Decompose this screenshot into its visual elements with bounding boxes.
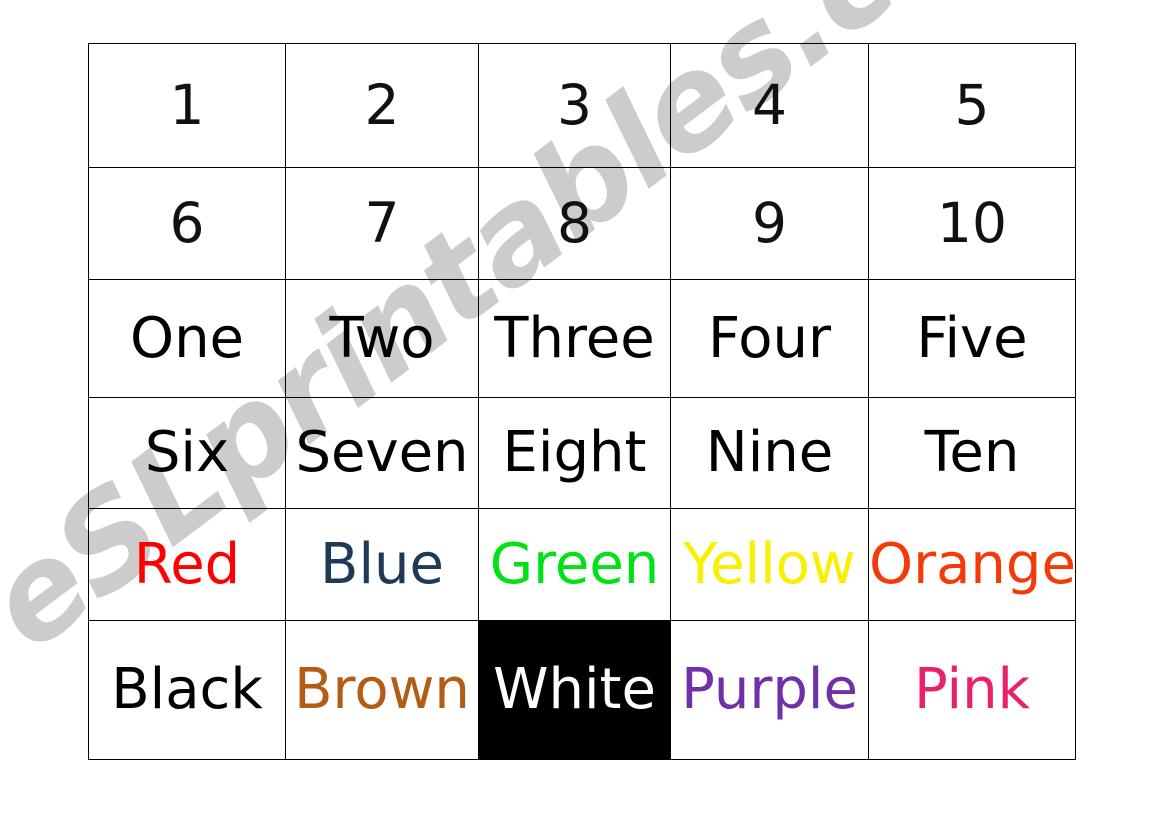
table-cell[interactable]: Brown: [285, 620, 479, 760]
table-cell[interactable]: Pink: [868, 620, 1076, 760]
table-cell[interactable]: 3: [478, 43, 671, 168]
cell-label: 3: [557, 73, 592, 137]
table-cell[interactable]: Yellow: [670, 508, 869, 621]
table-cell[interactable]: Black: [88, 620, 286, 760]
cell-label: 6: [169, 191, 205, 255]
table-cell[interactable]: Three: [478, 279, 671, 398]
table-row: 1 2 3 4 5: [88, 43, 1076, 168]
table-cell[interactable]: Purple: [670, 620, 869, 760]
table-cell[interactable]: 7: [285, 167, 479, 280]
cell-label: Six: [144, 420, 230, 485]
cell-label: Purple: [681, 657, 858, 722]
cell-label: Two: [329, 305, 435, 371]
table-cell[interactable]: Red: [88, 508, 286, 621]
cell-label: Blue: [320, 531, 444, 597]
table-cell[interactable]: Four: [670, 279, 869, 398]
cell-label: White: [493, 657, 656, 722]
cell-label: 7: [364, 191, 400, 255]
table-cell[interactable]: Blue: [285, 508, 479, 621]
table-cell[interactable]: 2: [285, 43, 479, 168]
table-row: Black Brown White Purple Pink: [88, 620, 1076, 760]
cell-label: 9: [752, 191, 787, 255]
cell-label: 4: [752, 73, 787, 137]
table-cell[interactable]: One: [88, 279, 286, 398]
table-row: 6 7 8 9 10: [88, 167, 1076, 280]
table-cell[interactable]: Green: [478, 508, 671, 621]
cell-label: Four: [708, 305, 831, 371]
table-cell[interactable]: Two: [285, 279, 479, 398]
cell-label: Three: [494, 305, 655, 371]
cell-label: One: [129, 305, 245, 371]
cell-label: Red: [133, 531, 241, 597]
bingo-card-body: 1 2 3 4 5 6 7 8 9 10 One Two Three Four Five Six Seven Ei…: [88, 43, 1076, 760]
cell-label: Ten: [924, 420, 1020, 485]
table-cell[interactable]: 4: [670, 43, 869, 168]
table-cell[interactable]: White: [478, 620, 671, 760]
table-cell[interactable]: 8: [478, 167, 671, 280]
table-cell[interactable]: Five: [868, 279, 1076, 398]
table-cell[interactable]: Seven: [285, 397, 479, 509]
cell-label: Yellow: [683, 531, 856, 597]
cell-label: 10: [937, 191, 1007, 255]
cell-label: Eight: [502, 420, 647, 485]
cell-label: 5: [954, 73, 990, 137]
cell-label: Pink: [913, 657, 1031, 722]
cell-label: 2: [364, 73, 400, 137]
table-row: Six Seven Eight Nine Ten: [88, 397, 1076, 509]
table-cell[interactable]: 5: [868, 43, 1076, 168]
cell-label: Brown: [294, 657, 470, 722]
cell-label: Nine: [705, 420, 834, 485]
table-cell[interactable]: 10: [868, 167, 1076, 280]
table-cell[interactable]: Six: [88, 397, 286, 509]
table-row: Red Blue Green Yellow Orange: [88, 508, 1076, 621]
table-cell[interactable]: Ten: [868, 397, 1076, 509]
cell-label: 8: [557, 191, 592, 255]
cell-label: Five: [916, 305, 1028, 371]
bingo-card-table: 1 2 3 4 5 6 7 8 9 10 One Two Three Four Five Six Seven Ei…: [88, 43, 1076, 760]
cell-label: Black: [111, 657, 263, 722]
table-cell[interactable]: Nine: [670, 397, 869, 509]
table-cell[interactable]: Orange: [868, 508, 1076, 621]
table-cell[interactable]: 1: [88, 43, 286, 168]
cell-label: Green: [489, 531, 660, 597]
cell-label: 1: [169, 73, 205, 137]
table-cell[interactable]: Eight: [478, 397, 671, 509]
cell-label: Orange: [869, 531, 1076, 597]
table-row: One Two Three Four Five: [88, 279, 1076, 398]
cell-label: Seven: [295, 420, 469, 485]
table-cell[interactable]: 6: [88, 167, 286, 280]
table-cell[interactable]: 9: [670, 167, 869, 280]
